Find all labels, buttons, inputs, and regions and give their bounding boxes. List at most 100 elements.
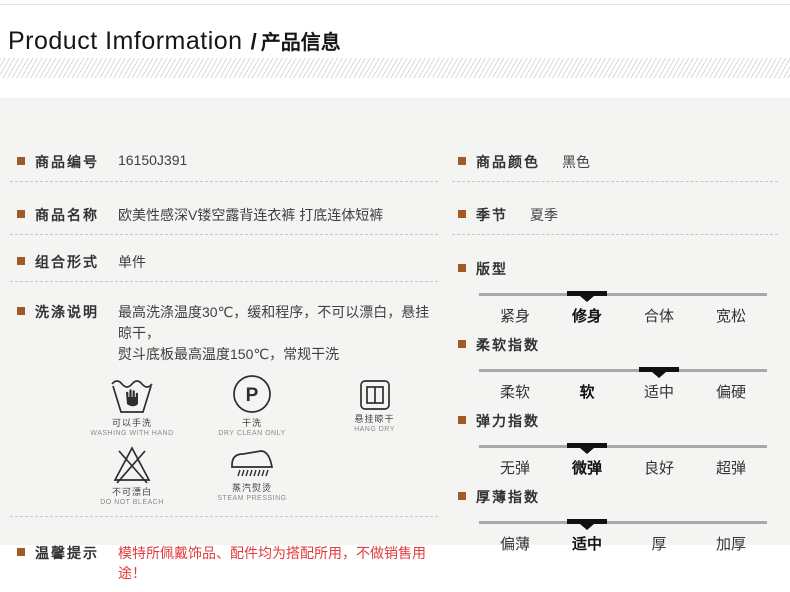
page-title: Product Imformation / 产品信息 [8, 26, 341, 56]
hatched-divider [0, 58, 790, 78]
softness-scale: 柔软 软 适中 偏硬 [479, 366, 767, 402]
scale-option: 超弹 [715, 460, 746, 477]
dry-clean-label-cn: 干洗 [241, 418, 262, 428]
season-row: 季节 夏季 [452, 182, 778, 235]
hang-dry-label-en: HANG DRY [354, 426, 395, 433]
product-name-value: 欧美性感深V镂空露背连衣裤 打底连体短裤 [118, 207, 384, 223]
steam-press-label-cn: 蒸汽熨烫 [231, 483, 272, 493]
tips-label: 温馨提示 [35, 545, 99, 561]
care-icons: 可以手洗 WASHING WITH HAND P 干洗 DRY CLEAN ON… [82, 371, 438, 507]
washing-instructions-row: 洗涤说明 最高洗涤温度30℃，缓和程序，不可以漂白，悬挂晾干， 熨斗底板最高温度… [10, 282, 438, 517]
bullet-icon [458, 492, 466, 500]
bullet-icon [17, 157, 25, 165]
product-code-label: 商品编号 [35, 154, 99, 170]
bullet-icon [458, 157, 466, 165]
product-code-value: 16150J391 [118, 152, 188, 168]
scale-track-line [479, 293, 767, 296]
care-icon-dry-clean: P 干洗 DRY CLEAN ONLY [182, 371, 322, 438]
season-label: 季节 [476, 207, 508, 223]
scale-option: 紧身 [499, 308, 530, 325]
scale-track-line [479, 369, 767, 372]
scale-option: 软 [579, 384, 595, 401]
hand-wash-icon [110, 371, 154, 415]
scale-marker [639, 367, 679, 378]
elasticity-scale-section: 弹力指数 无弹 微弹 良好 超弹 [452, 411, 778, 478]
fit-scale-section: 版型 紧身 修身 合体 宽松 [452, 259, 778, 326]
bullet-icon [17, 307, 25, 315]
hang-dry-label-cn: 悬挂晾干 [354, 414, 395, 424]
scale-options: 无弹 微弹 良好 超弹 [479, 457, 767, 478]
marker-triangle-icon [580, 448, 594, 454]
washing-label: 洗涤说明 [35, 304, 99, 320]
elasticity-scale-title: 弹力指数 [476, 413, 540, 429]
product-code-row: 商品编号 16150J391 [10, 98, 438, 182]
care-icon-no-bleach: 不可漂白 DO NOT BLEACH [82, 440, 182, 507]
combination-label: 组合形式 [35, 254, 99, 270]
right-column: 商品颜色 黑色 季节 夏季 版型 紧身 修身 合体 宽松 柔软指数 柔软 软 适… [452, 98, 778, 554]
scale-option: 加厚 [715, 536, 746, 553]
scale-marker [567, 519, 607, 530]
elasticity-scale-header: 弹力指数 [452, 411, 778, 431]
scale-option: 偏薄 [499, 536, 530, 553]
care-icon-hand-wash: 可以手洗 WASHING WITH HAND [82, 371, 182, 438]
scale-options: 紧身 修身 合体 宽松 [479, 305, 767, 326]
season-value: 夏季 [530, 207, 558, 223]
softness-scale-title: 柔软指数 [476, 337, 540, 353]
scale-option: 合体 [643, 308, 674, 325]
product-info-panel: 商品编号 16150J391 商品名称 欧美性感深V镂空露背连衣裤 打底连体短裤… [0, 98, 790, 581]
page-title-separator: / [250, 29, 257, 54]
no-bleach-label-cn: 不可漂白 [111, 487, 152, 497]
softness-scale-header: 柔软指数 [452, 335, 778, 355]
bullet-icon [17, 257, 25, 265]
scale-option: 微弹 [571, 460, 602, 477]
scale-option: 无弹 [499, 460, 530, 477]
bullet-icon [17, 210, 25, 218]
fit-scale-title: 版型 [476, 261, 508, 277]
fit-scale-header: 版型 [452, 259, 778, 279]
dry-clean-label-en: DRY CLEAN ONLY [218, 430, 286, 437]
bullet-icon [458, 264, 466, 272]
combination-row: 组合形式 单件 [10, 235, 438, 282]
scale-track [479, 290, 767, 302]
washing-text-line1: 最高洗涤温度30℃，缓和程序，不可以漂白，悬挂晾干， [118, 304, 430, 341]
product-name-label: 商品名称 [35, 207, 99, 223]
no-bleach-icon [111, 440, 153, 484]
scale-track-line [479, 521, 767, 524]
thickness-scale-header: 厚薄指数 [452, 487, 778, 507]
scale-marker [567, 443, 607, 454]
scale-option: 柔软 [499, 384, 530, 401]
scale-options: 偏薄 适中 厚 加厚 [479, 533, 767, 554]
marker-triangle-icon [580, 524, 594, 530]
care-icons-row1: 可以手洗 WASHING WITH HAND P 干洗 DRY CLEAN ON… [82, 371, 438, 438]
steam-press-icon [228, 440, 276, 480]
left-column: 商品编号 16150J391 商品名称 欧美性感深V镂空露背连衣裤 打底连体短裤… [10, 98, 438, 592]
page-title-cn: 产品信息 [260, 32, 341, 54]
elasticity-scale: 无弹 微弹 良好 超弹 [479, 442, 767, 478]
softness-scale-section: 柔软指数 柔软 软 适中 偏硬 [452, 335, 778, 402]
hang-dry-icon [359, 371, 391, 411]
tips-value: 模特所佩戴饰品、配件均为搭配所用，不做销售用途！ [118, 545, 426, 581]
hand-wash-label-en: WASHING WITH HAND [90, 430, 174, 437]
care-icons-row2: 不可漂白 DO NOT BLEACH 蒸汽熨烫 STEAM PRESSING [82, 440, 438, 507]
scale-track [479, 442, 767, 454]
page-title-en: Product Imformation [8, 27, 243, 55]
steam-press-label-en: STEAM PRESSING [217, 495, 287, 502]
scale-option: 适中 [643, 384, 674, 401]
scale-track-line [479, 445, 767, 448]
thickness-scale-title: 厚薄指数 [476, 489, 540, 505]
no-bleach-label-en: DO NOT BLEACH [100, 499, 164, 506]
marker-triangle-icon [580, 296, 594, 302]
tips-row: 温馨提示 模特所佩戴饰品、配件均为搭配所用，不做销售用途！ [10, 517, 438, 592]
top-divider [0, 4, 790, 5]
dry-clean-icon: P [231, 371, 273, 415]
bullet-icon [458, 210, 466, 218]
thickness-scale-section: 厚薄指数 偏薄 适中 厚 加厚 [452, 487, 778, 554]
scale-options: 柔软 软 适中 偏硬 [479, 381, 767, 402]
washing-content: 最高洗涤温度30℃，缓和程序，不可以漂白，悬挂晾干， 熨斗底板最高温度150℃，… [90, 302, 438, 507]
bullet-icon [458, 340, 466, 348]
fit-scale: 紧身 修身 合体 宽松 [479, 290, 767, 326]
scale-option: 厚 [651, 536, 667, 553]
color-value: 黑色 [562, 154, 590, 170]
marker-triangle-icon [652, 372, 666, 378]
bullet-icon [458, 416, 466, 424]
